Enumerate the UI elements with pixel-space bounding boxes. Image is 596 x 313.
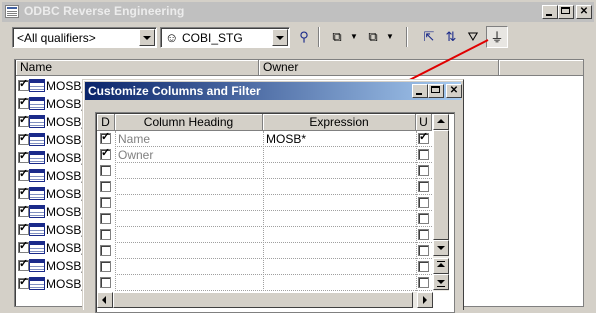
use-checkbox[interactable] (418, 197, 429, 208)
display-checkbox[interactable] (100, 213, 111, 224)
dialog-maximize-button[interactable] (428, 84, 444, 98)
display-checkbox[interactable] (100, 165, 111, 176)
grid-row[interactable]: Name MOSB* (96, 130, 432, 147)
use-checkbox[interactable] (418, 165, 429, 176)
use-checkbox[interactable] (418, 130, 429, 144)
grid-row[interactable] (96, 163, 432, 179)
use-checkbox[interactable] (418, 181, 429, 192)
grid-row[interactable] (96, 195, 432, 211)
vertical-scroll-thumb[interactable] (433, 130, 449, 240)
scroll-down-button[interactable] (433, 240, 449, 256)
grid-row[interactable] (96, 243, 432, 259)
display-checkbox[interactable] (100, 229, 111, 240)
use-checkbox[interactable] (418, 261, 429, 272)
display-checkbox[interactable] (100, 245, 111, 256)
expression-cell[interactable]: MOSB* (266, 132, 306, 146)
move-top-button[interactable] (433, 258, 449, 274)
scroll-left-button[interactable] (97, 292, 113, 308)
grid-column-divider (416, 131, 417, 291)
grid-row[interactable] (96, 179, 432, 195)
scroll-right-button[interactable] (417, 292, 433, 308)
scroll-up-button[interactable] (433, 114, 449, 130)
use-checkbox[interactable] (418, 229, 429, 240)
display-checkbox[interactable] (100, 261, 111, 272)
display-checkbox[interactable] (100, 197, 111, 208)
use-checkbox[interactable] (418, 213, 429, 224)
use-checkbox[interactable] (418, 149, 429, 160)
display-checkbox[interactable] (100, 130, 111, 144)
use-checkbox[interactable] (418, 277, 429, 288)
grid-column-divider (115, 131, 116, 291)
grid-row[interactable]: Owner (96, 146, 432, 163)
dialog-title-bar: Customize Columns and Filter ✕ (85, 82, 462, 100)
grid-header-expression[interactable]: Expression (263, 114, 416, 131)
column-heading-cell[interactable]: Name (118, 132, 150, 146)
column-heading-cell[interactable]: Owner (118, 148, 153, 162)
horizontal-scroll-thumb[interactable] (113, 292, 413, 308)
grid-row[interactable] (96, 259, 432, 275)
grid-column-divider (263, 131, 264, 291)
dialog-title: Customize Columns and Filter (88, 84, 261, 98)
display-checkbox[interactable] (100, 277, 111, 288)
display-checkbox[interactable] (100, 146, 111, 160)
grid-row[interactable] (96, 275, 432, 291)
display-checkbox[interactable] (100, 181, 111, 192)
grid-row[interactable] (96, 227, 432, 243)
dialog-close-button[interactable]: ✕ (446, 84, 462, 98)
columns-grid[interactable]: D Column Heading Expression U Name MOSB* O… (95, 112, 455, 313)
grid-line (115, 290, 432, 291)
grid-header-u[interactable]: U (416, 114, 432, 131)
customize-columns-dialog: Customize Columns and Filter ✕ D Column … (82, 79, 464, 313)
use-checkbox[interactable] (418, 245, 429, 256)
move-bottom-button[interactable] (433, 274, 449, 290)
dialog-minimize-button[interactable] (412, 84, 428, 98)
grid-header-d[interactable]: D (97, 114, 115, 131)
grid-header-column-heading[interactable]: Column Heading (115, 114, 263, 131)
grid-row[interactable] (96, 211, 432, 227)
